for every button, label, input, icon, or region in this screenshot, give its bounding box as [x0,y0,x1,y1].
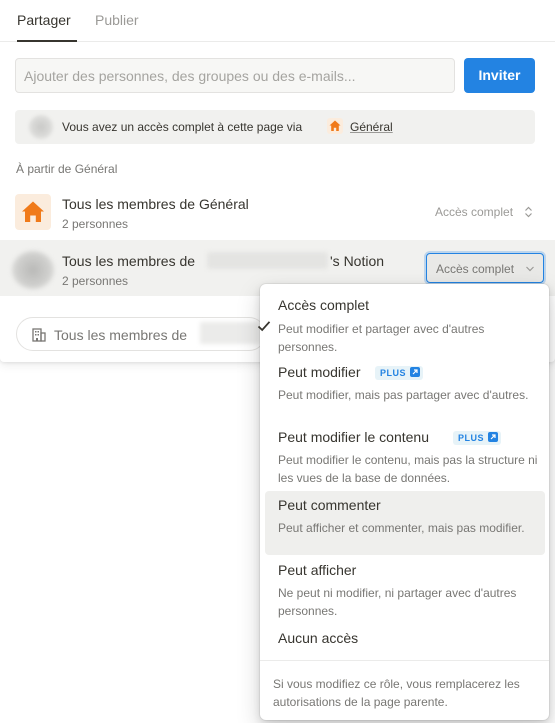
parent-page-link[interactable]: Général [350,120,393,134]
menu-option-full-access[interactable]: Accès complet Peut modifier et partager … [265,290,545,356]
chevron-updown-icon [525,206,532,218]
access-level-label: Accès complet [436,262,515,276]
menu-option-can-view[interactable]: Peut afficher Ne peut ni modifier, ni pa… [265,558,545,620]
menu-option-no-access[interactable]: Aucun accès [265,624,545,654]
active-tab-indicator [17,40,77,42]
checkmark-icon [257,321,271,332]
menu-option-title: Accès complet [278,297,370,313]
access-level-menu: Accès complet Peut modifier et partager … [260,284,549,720]
redacted-workspace-name [200,322,260,344]
workspace-share-text: Tous les membres de [54,327,188,343]
plus-badge-label: PLUS [380,368,407,378]
menu-option-can-edit-content[interactable]: Peut modifier le contenu PLUS Peut modif… [265,425,545,491]
menu-option-title: Peut commenter [278,497,381,513]
menu-option-title: Peut modifier [278,364,361,380]
menu-option-title: Peut modifier le contenu [278,429,429,445]
chevron-down-icon [526,266,534,272]
plus-badge[interactable]: PLUS [453,431,502,445]
access-info-text: Vous avez un accès complet à cette page … [62,120,303,134]
member-row-title-prefix: Tous les membres de [62,253,196,269]
workspace-avatar [12,251,54,289]
member-row-title: Tous les membres de Général [62,196,249,212]
menu-option-description: Ne peut ni modifier, ni partager avec d'… [278,586,517,618]
member-row-count: 2 personnes [62,217,129,231]
access-level-dropdown[interactable]: Accès complet [426,253,544,283]
redacted-workspace-name [207,252,328,269]
access-level-label[interactable]: Accès complet [435,205,513,219]
user-avatar [29,115,53,139]
plus-badge[interactable]: PLUS [375,366,424,380]
menu-option-title: Aucun accès [278,630,359,646]
menu-option-description: Peut afficher et commenter, mais pas mod… [278,521,525,535]
building-icon [32,328,46,342]
home-icon [327,118,343,134]
share-tabs: Partager Publier [0,0,555,42]
access-info-bar: Vous avez un accès complet à cette page … [15,110,535,144]
tab-publish[interactable]: Publier [95,12,139,28]
external-link-icon [488,432,499,442]
invite-placeholder: Ajouter des personnes, des groupes ou de… [24,68,356,84]
plus-badge-label: PLUS [458,433,485,443]
menu-option-description: Peut modifier, mais pas partager avec d'… [278,388,529,402]
section-label: À partir de Général [16,162,118,176]
member-row-title-suffix: 's Notion [330,253,385,269]
menu-divider [260,660,549,661]
menu-option-can-comment[interactable]: Peut commenter Peut afficher et commente… [265,491,545,555]
home-icon [15,194,51,230]
menu-option-can-edit[interactable]: Peut modifier PLUS Peut modifier, mais p… [265,359,545,421]
invite-button[interactable]: Inviter [464,58,535,93]
menu-option-description: Peut modifier et partager avec d'autres … [278,322,485,354]
external-link-icon [410,367,421,377]
tab-share[interactable]: Partager [17,12,71,28]
menu-option-title: Peut afficher [278,562,357,578]
invite-search-input[interactable]: Ajouter des personnes, des groupes ou de… [15,58,455,93]
member-row-count: 2 personnes [62,274,129,288]
menu-footer-note: Si vous modifiez ce rôle, vous remplacer… [273,677,520,709]
menu-option-description: Peut modifier le contenu, mais pas la st… [278,453,538,485]
